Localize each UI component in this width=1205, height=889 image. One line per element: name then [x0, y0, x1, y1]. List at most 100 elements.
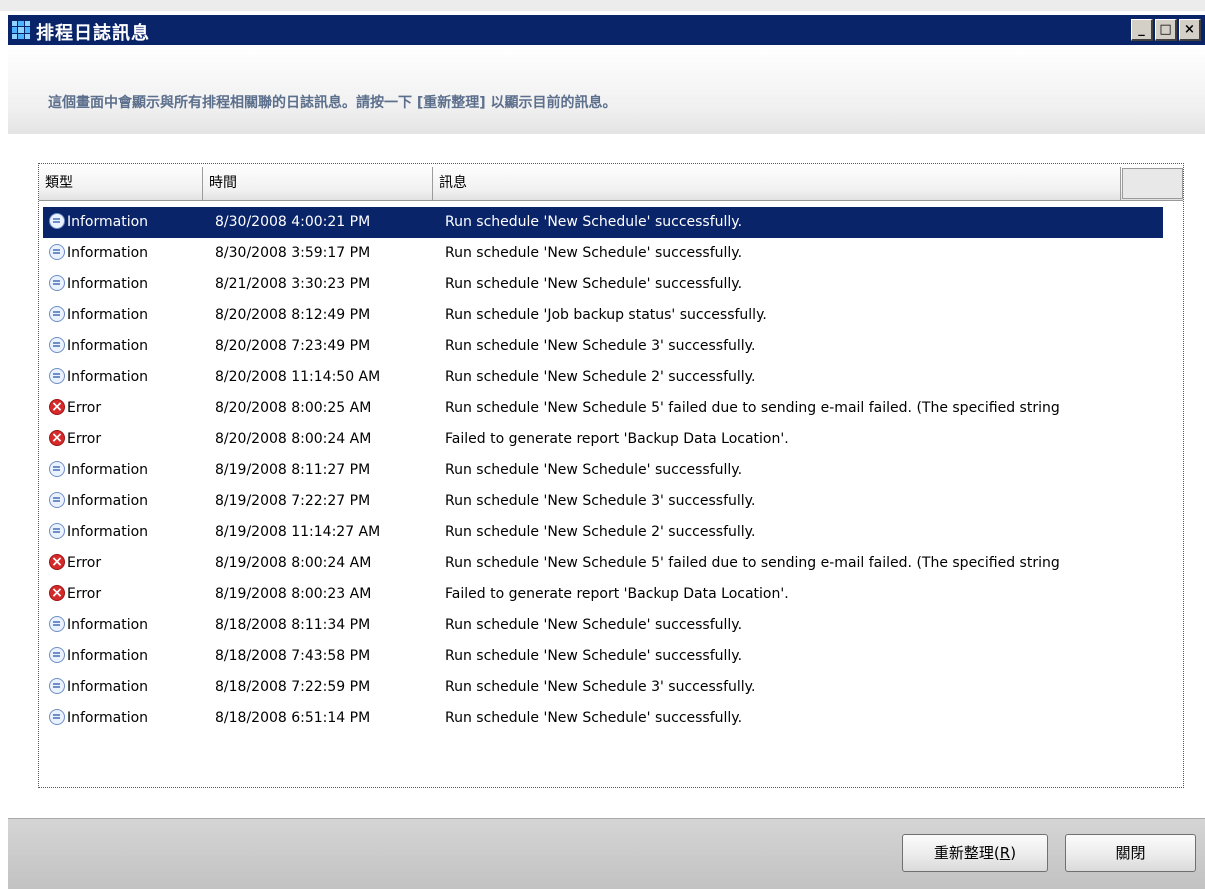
info-icon	[49, 647, 65, 663]
cell-type: Information	[49, 331, 209, 362]
close-window-button[interactable]: ×	[1179, 19, 1201, 41]
table-row[interactable]: Information 8/18/2008 7:43:58 PM Run sched…	[43, 641, 1163, 672]
table-row[interactable]: Information 8/20/2008 11:14:50 AM Run sche…	[43, 362, 1163, 393]
info-icon	[49, 616, 65, 632]
column-header-filler	[1122, 168, 1183, 199]
type-label: Information	[67, 648, 149, 664]
info-icon	[49, 337, 65, 353]
cell-message: Run schedule 'New Schedule' successfully…	[445, 214, 743, 230]
table-row[interactable]: Information 8/30/2008 3:59:17 PM Run sched…	[43, 238, 1163, 269]
cell-time: 8/21/2008 3:30:23 PM	[215, 276, 371, 292]
title-bar: 排程日誌訊息 _ □ ×	[0, 0, 1205, 48]
refresh-button-label: 重新整理(	[933, 844, 1000, 862]
info-icon	[49, 368, 65, 384]
maximize-button[interactable]: □	[1155, 19, 1177, 41]
table-row[interactable]: Information 8/30/2008 4:00:21 PM Run sched…	[43, 207, 1163, 238]
table-row[interactable]: Information 8/20/2008 8:12:49 PM Run sched…	[43, 300, 1163, 331]
cell-message: Run schedule 'New Schedule' successfully…	[445, 648, 743, 664]
cell-type: Error	[49, 548, 209, 579]
type-label: Information	[67, 617, 149, 633]
cell-time: 8/19/2008 8:00:23 AM	[215, 586, 372, 602]
cell-time: 8/20/2008 11:14:50 AM	[215, 369, 381, 385]
cell-type: Information	[49, 610, 209, 641]
cell-message: Failed to generate report 'Backup Data L…	[445, 431, 789, 447]
cell-message: Run schedule 'New Schedule' successfully…	[445, 462, 743, 478]
cell-message: Run schedule 'New Schedule 2' successful…	[445, 524, 756, 540]
cell-message: Run schedule 'New Schedule 3' successful…	[445, 338, 756, 354]
cell-time: 8/20/2008 8:00:24 AM	[215, 431, 372, 447]
cell-type: Information	[49, 455, 209, 486]
description-text: 這個畫面中會顯示與所有排程相關聯的日誌訊息。請按一下 [重新整理] 以顯示目前的…	[48, 95, 617, 111]
info-icon	[49, 461, 65, 477]
cell-message: Run schedule 'New Schedule' successfully…	[445, 245, 743, 261]
table-row[interactable]: Information 8/19/2008 11:14:27 AM Run sche…	[43, 517, 1163, 548]
table-row[interactable]: Information 8/18/2008 6:51:14 PM Run sched…	[43, 703, 1163, 734]
table-row[interactable]: Information 8/19/2008 7:22:27 PM Run sched…	[43, 486, 1163, 517]
cell-type: Error	[49, 393, 209, 424]
type-label: Information	[67, 524, 149, 540]
log-rows: Information 8/30/2008 4:00:21 PM Run sched…	[43, 207, 1163, 734]
cell-time: 8/18/2008 7:22:59 PM	[215, 679, 371, 695]
minimize-button[interactable]: _	[1131, 19, 1153, 41]
error-icon	[49, 424, 65, 454]
column-header-message[interactable]: 訊息	[433, 167, 1121, 200]
cell-type: Information	[49, 269, 209, 300]
cell-type: Error	[49, 424, 209, 455]
title-bar-fill	[8, 15, 1205, 45]
cell-time: 8/20/2008 7:23:49 PM	[215, 338, 371, 354]
type-label: Information	[67, 214, 149, 230]
log-list[interactable]: 類型 時間 訊息 Information 8/30/2008 4:00:21 PM…	[38, 163, 1184, 788]
cell-message: Failed to generate report 'Backup Data L…	[445, 586, 789, 602]
type-label: Error	[67, 555, 102, 571]
cell-type: Information	[49, 238, 209, 269]
cell-type: Information	[49, 641, 209, 672]
cell-time: 8/18/2008 8:11:34 PM	[215, 617, 371, 633]
info-icon	[49, 275, 65, 291]
cell-time: 8/19/2008 11:14:27 AM	[215, 524, 381, 540]
type-label: Information	[67, 493, 149, 509]
table-row[interactable]: Error 8/20/2008 8:00:24 AM Failed to gener…	[43, 424, 1163, 455]
close-button[interactable]: 關閉	[1065, 834, 1196, 872]
cell-message: Run schedule 'New Schedule' successfully…	[445, 710, 743, 726]
cell-type: Information	[49, 672, 209, 703]
window-title: 排程日誌訊息	[36, 23, 150, 44]
cell-message: Run schedule 'Job backup status' success…	[445, 307, 767, 323]
refresh-button[interactable]: 重新整理(R)	[902, 834, 1048, 872]
table-row[interactable]: Information 8/18/2008 8:11:34 PM Run sched…	[43, 610, 1163, 641]
cell-type: Error	[49, 579, 209, 610]
type-label: Information	[67, 679, 149, 695]
table-row[interactable]: Information 8/18/2008 7:22:59 PM Run sched…	[43, 672, 1163, 703]
cell-time: 8/19/2008 8:11:27 PM	[215, 462, 371, 478]
refresh-button-accesskey: R	[999, 844, 1011, 862]
type-label: Information	[67, 276, 149, 292]
cell-time: 8/30/2008 3:59:17 PM	[215, 245, 371, 261]
table-row[interactable]: Information 8/19/2008 8:11:27 PM Run sched…	[43, 455, 1163, 486]
type-label: Error	[67, 431, 102, 447]
type-label: Information	[67, 710, 149, 726]
info-icon	[49, 244, 65, 260]
cell-time: 8/20/2008 8:12:49 PM	[215, 307, 371, 323]
table-row[interactable]: Information 8/20/2008 7:23:49 PM Run sched…	[43, 331, 1163, 362]
type-label: Error	[67, 586, 102, 602]
table-row[interactable]: Error 8/19/2008 8:00:24 AM Run schedule 'N…	[43, 548, 1163, 579]
list-header: 類型 時間 訊息	[39, 167, 1183, 201]
cell-time: 8/30/2008 4:00:21 PM	[215, 214, 371, 230]
info-icon	[49, 709, 65, 725]
cell-type: Information	[49, 517, 209, 548]
type-label: Information	[67, 338, 149, 354]
error-icon	[49, 393, 65, 423]
info-icon	[49, 523, 65, 539]
column-header-type[interactable]: 類型	[39, 167, 203, 200]
cell-message: Run schedule 'New Schedule' successfully…	[445, 276, 743, 292]
cell-type: Information	[49, 362, 209, 393]
table-row[interactable]: Error 8/19/2008 8:00:23 AM Failed to gener…	[43, 579, 1163, 610]
cell-type: Information	[49, 207, 209, 238]
refresh-button-suffix: )	[1010, 844, 1017, 862]
column-header-time[interactable]: 時間	[203, 167, 433, 200]
type-label: Error	[67, 400, 102, 416]
table-row[interactable]: Information 8/21/2008 3:30:23 PM Run sched…	[43, 269, 1163, 300]
description-band	[8, 48, 1205, 134]
table-row[interactable]: Error 8/20/2008 8:00:25 AM Run schedule 'N…	[43, 393, 1163, 424]
cell-message: Run schedule 'New Schedule 3' successful…	[445, 679, 756, 695]
info-icon	[49, 492, 65, 508]
